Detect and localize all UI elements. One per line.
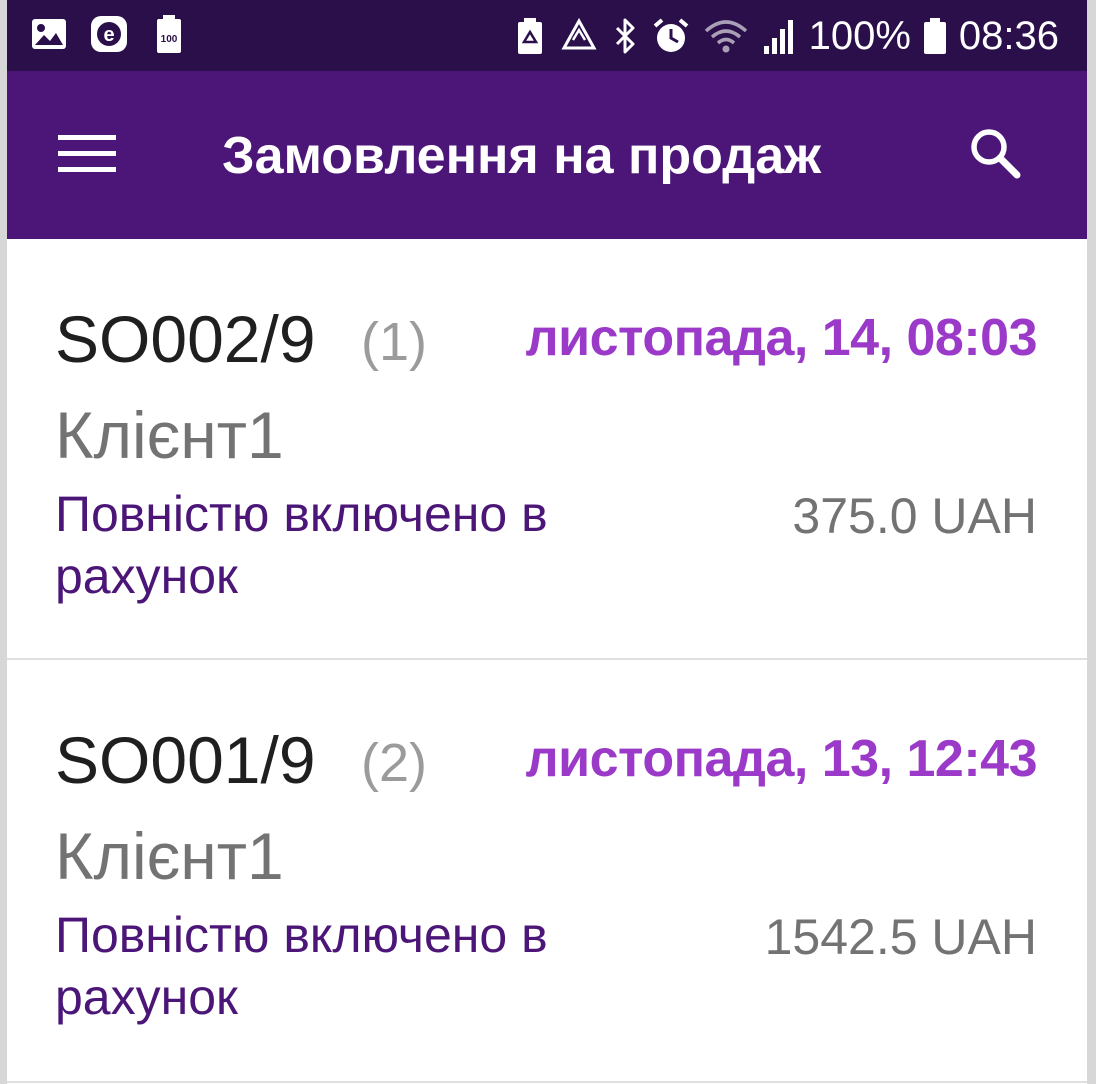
order-name: SO001/9 (55, 723, 316, 797)
status-bar: e 100 100% 08:36 (7, 0, 1087, 71)
order-amount: 375.0 UAH (792, 488, 1037, 544)
app-screen: e 100 100% 08:36 Замовлення на продаж SO… (7, 0, 1087, 1084)
search-icon (967, 125, 1023, 186)
battery-icon (923, 16, 947, 56)
order-date: листопада, 13, 12:43 (525, 730, 1038, 788)
alarm-icon (651, 16, 691, 56)
order-client: Клієнт1 (55, 819, 284, 893)
gallery-icon (29, 14, 69, 54)
menu-button[interactable] (47, 115, 127, 195)
order-line-count: (1) (361, 312, 427, 372)
search-button[interactable] (955, 115, 1035, 195)
svg-text:e: e (103, 24, 114, 46)
order-row[interactable]: SO001/9 (2) листопада, 13, 12:43 Клієнт1… (7, 660, 1087, 1083)
hamburger-menu-icon (58, 133, 116, 178)
order-date: листопада, 14, 08:03 (525, 309, 1038, 367)
order-client: Клієнт1 (55, 398, 284, 472)
e-icon: e (89, 14, 129, 54)
order-invoice-status: Повністю включено в рахунок (55, 486, 548, 604)
order-name: SO002/9 (55, 302, 316, 376)
order-invoice-status: Повністю включено в рахунок (55, 907, 548, 1025)
battery-recycle-icon (513, 16, 547, 56)
battery-percent: 100% (808, 14, 911, 58)
bluetooth-icon (611, 16, 639, 56)
order-line-count: (2) (361, 733, 427, 793)
svg-text:100: 100 (161, 34, 178, 45)
signal-icon (761, 16, 797, 56)
recycle-icon (559, 16, 599, 56)
app-bar: Замовлення на продаж (7, 71, 1087, 239)
status-bar-left: e 100 (29, 14, 189, 54)
battery-saver-icon: 100 (149, 14, 189, 54)
status-bar-right: 100% 08:36 (513, 10, 1059, 62)
order-amount: 1542.5 UAH (764, 909, 1037, 965)
order-row[interactable]: SO002/9 (1) листопада, 14, 08:03 Клієнт1… (7, 239, 1087, 660)
page-title: Замовлення на продаж (222, 127, 822, 185)
status-time: 08:36 (958, 14, 1059, 58)
order-list: SO002/9 (1) листопада, 14, 08:03 Клієнт1… (7, 239, 1087, 1083)
wifi-icon (703, 16, 749, 56)
